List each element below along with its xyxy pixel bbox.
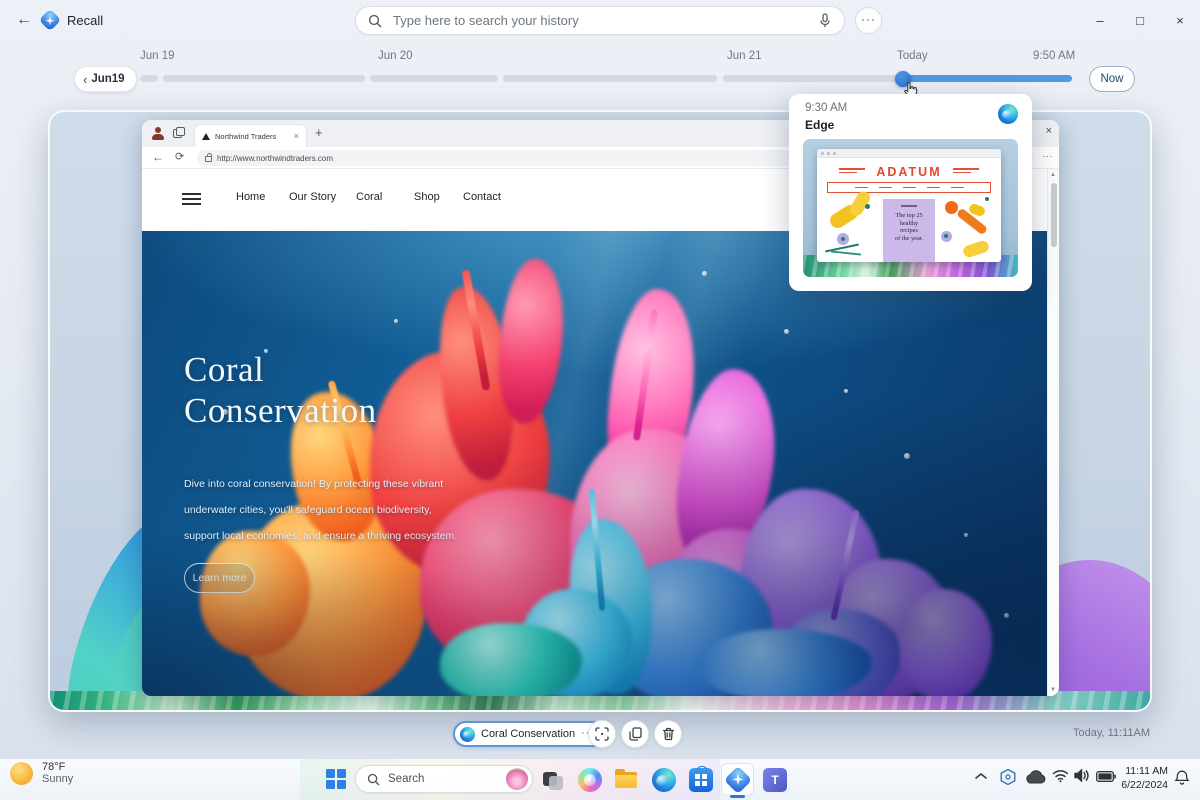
recall-active-indicator	[730, 795, 745, 798]
tab-title: Northwind Traders	[215, 131, 277, 141]
screenray-button[interactable]	[588, 720, 616, 748]
timeline-time-label: 9:50 AM	[1033, 50, 1076, 62]
snapshot-preview-popup[interactable]: 9:30 AM Edge ADATUM The top 25 healthy r…	[789, 94, 1032, 291]
tray-chevron-up-icon[interactable]	[974, 771, 988, 781]
back-icon: ←	[16, 11, 32, 28]
minimize-button[interactable]: –	[1080, 0, 1120, 40]
sun-icon	[10, 761, 33, 785]
nav-link-home[interactable]: Home	[236, 191, 265, 203]
task-view-button[interactable]	[541, 768, 565, 792]
timeline-track-segment[interactable]	[723, 75, 899, 82]
timeline-track-segment[interactable]	[503, 75, 717, 82]
clock-time: 11:11 AM	[1125, 765, 1168, 777]
start-button[interactable]	[326, 769, 346, 789]
thumbnail-recipe-card: The top 25 healthy recipes of the year.	[883, 199, 935, 262]
selected-snapshot-label: Coral Conservation	[481, 728, 576, 740]
hero-image: Coral Conservation Dive into coral conse…	[142, 231, 1047, 696]
browser-back-icon[interactable]: ←	[152, 150, 164, 164]
nav-link-contact[interactable]: Contact	[463, 191, 501, 203]
timeline-day-label: Jun 21	[727, 50, 762, 62]
top-bar: ← Recall ··· – □ ×	[0, 0, 1200, 40]
timeline-day-label: Jun 20	[378, 50, 413, 62]
back-button[interactable]: ←	[12, 8, 36, 32]
edge-icon	[460, 726, 475, 742]
hero-paragraph: Dive into coral conservation! By protect…	[184, 478, 458, 542]
screenray-icon	[595, 727, 609, 741]
recall-app-icon	[38, 8, 62, 32]
window-controls: – □ ×	[1080, 0, 1200, 40]
teams-button[interactable]: T	[763, 768, 787, 792]
thumbnail-nav	[827, 182, 991, 193]
url-text: http://www.northwindtraders.com	[217, 153, 334, 163]
copy-button[interactable]	[621, 720, 649, 748]
file-explorer-button[interactable]	[614, 768, 638, 792]
site-favicon	[202, 132, 210, 140]
copy-icon	[628, 727, 642, 741]
new-tab-button[interactable]: +	[315, 125, 323, 140]
now-button[interactable]: Now	[1089, 66, 1135, 92]
history-search-bar[interactable]	[355, 6, 845, 35]
browser-refresh-icon[interactable]: ⟳	[175, 150, 184, 163]
hero-title: Coral Conservation	[184, 350, 377, 430]
more-options-button[interactable]: ···	[855, 7, 882, 34]
lock-icon	[205, 153, 212, 162]
preview-app-name: Edge	[805, 118, 835, 132]
preview-thumbnail[interactable]: ADATUM The top 25 healthy recipes of the…	[803, 139, 1018, 277]
tab-stack-icon[interactable]	[173, 127, 185, 139]
timeline-track-segment[interactable]	[370, 75, 498, 82]
tab-close-icon[interactable]: ×	[294, 131, 299, 141]
search-highlight-image	[506, 768, 528, 790]
preview-time: 9:30 AM	[805, 102, 848, 114]
wifi-icon[interactable]	[1052, 769, 1069, 783]
browser-tab[interactable]: Northwind Traders ×	[194, 124, 307, 147]
notification-bell-icon[interactable]	[1174, 769, 1190, 786]
microsoft-store-button[interactable]	[689, 766, 713, 792]
clock-date: 6/22/2024	[1121, 778, 1168, 791]
timeline-track-active[interactable]	[900, 75, 1072, 82]
chevron-left-icon: ‹	[83, 71, 88, 87]
hamburger-menu-icon[interactable]	[182, 193, 201, 208]
tray-hexagon-icon[interactable]	[999, 768, 1017, 786]
nav-link-shop[interactable]: Shop	[414, 191, 440, 203]
weather-widget[interactable]: 78°F Sunny	[10, 761, 73, 785]
timeline-day-label: Today	[897, 50, 928, 62]
profile-icon[interactable]	[151, 126, 165, 140]
timeline-day-label: Jun 19	[140, 50, 175, 62]
weather-temp: 78°F	[42, 761, 66, 773]
taskbar-clock[interactable]: 11:11 AM 6/22/2024	[1116, 765, 1168, 792]
edge-icon	[998, 104, 1018, 124]
snapshot-timestamp: Today, 11:11AM	[1073, 727, 1151, 739]
jump-to-date-button[interactable]: ‹ Jun19	[74, 66, 137, 92]
copilot-button[interactable]	[578, 768, 602, 792]
recall-taskbar-button[interactable]	[723, 765, 753, 795]
recall-window: ← Recall ··· – □ × Jun 19 Jun 20 Jun 21 …	[0, 0, 1200, 800]
weather-condition: Sunny	[42, 773, 74, 785]
browser-menu-icon[interactable]: ···	[1043, 151, 1054, 161]
taskbar-search-label: Search	[388, 773, 425, 785]
delete-button[interactable]	[654, 720, 682, 748]
taskbar-search[interactable]: Search	[355, 765, 533, 793]
battery-icon[interactable]	[1096, 771, 1116, 782]
app-title: Recall	[67, 13, 104, 28]
learn-more-button[interactable]: Learn more	[184, 563, 255, 593]
search-icon	[368, 14, 382, 28]
close-button[interactable]: ×	[1160, 0, 1200, 40]
edge-taskbar-button[interactable]	[652, 768, 676, 792]
maximize-button[interactable]: □	[1120, 0, 1160, 40]
search-input[interactable]	[391, 12, 818, 29]
nav-link-our-story[interactable]: Our Story	[289, 191, 336, 203]
timeline-track-segment[interactable]	[163, 75, 365, 82]
volume-icon[interactable]	[1073, 768, 1090, 783]
browser-scrollbar[interactable]: ▲ ▼	[1047, 169, 1059, 696]
onedrive-cloud-icon[interactable]	[1024, 770, 1046, 785]
selected-snapshot-pill[interactable]: Coral Conservation ···	[453, 721, 607, 747]
search-icon	[367, 773, 380, 786]
trash-icon	[662, 727, 675, 741]
thumbnail-browser-window: ADATUM The top 25 healthy recipes of the…	[817, 149, 1001, 262]
microphone-icon[interactable]	[818, 13, 832, 28]
browser-close-icon[interactable]: ×	[1046, 125, 1052, 137]
timeline-track-segment[interactable]	[140, 75, 158, 82]
nav-link-coral[interactable]: Coral	[356, 191, 382, 203]
